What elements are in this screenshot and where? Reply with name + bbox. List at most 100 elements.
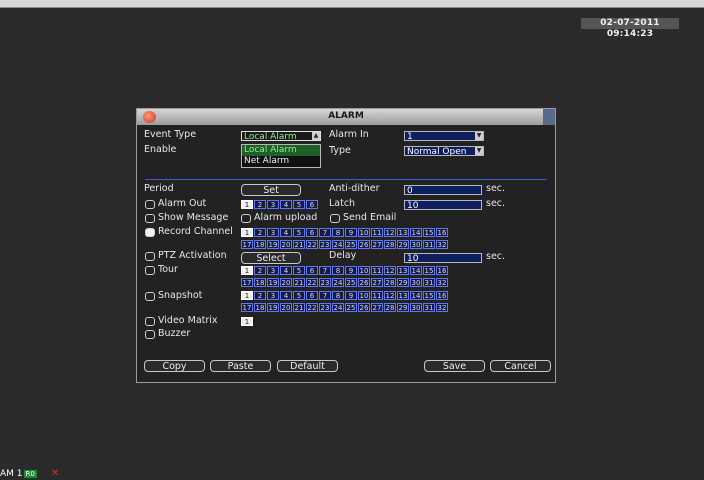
event-type-option-local[interactable]: Local Alarm — [242, 145, 320, 156]
cancel-button[interactable]: Cancel — [490, 360, 551, 372]
snap-b-channel-30[interactable]: 30 — [410, 303, 422, 312]
snap-b-channel-20[interactable]: 20 — [280, 303, 292, 312]
tour-a-channel-13[interactable]: 13 — [397, 266, 409, 275]
snap-b-channel-32[interactable]: 32 — [436, 303, 448, 312]
snap-b-channel-22[interactable]: 22 — [306, 303, 318, 312]
record-a-channel-11[interactable]: 11 — [371, 228, 383, 237]
record-a-channel-9[interactable]: 9 — [345, 228, 357, 237]
buzzer-checkbox[interactable] — [145, 330, 155, 339]
record-b-channel-18[interactable]: 18 — [254, 240, 266, 249]
tour-b-channel-31[interactable]: 31 — [423, 278, 435, 287]
default-button[interactable]: Default — [277, 360, 338, 372]
record-b-channel-30[interactable]: 30 — [410, 240, 422, 249]
record-b-channel-21[interactable]: 21 — [293, 240, 305, 249]
alarm-out-channel-2[interactable]: 2 — [254, 200, 266, 209]
record-b-channel-19[interactable]: 19 — [267, 240, 279, 249]
snap-b-channel-27[interactable]: 27 — [371, 303, 383, 312]
copy-button[interactable]: Copy — [144, 360, 205, 372]
tour-a-channel-2[interactable]: 2 — [254, 266, 266, 275]
tour-b-channel-24[interactable]: 24 — [332, 278, 344, 287]
snap-a-channel-8[interactable]: 8 — [332, 291, 344, 300]
record-a-channel-7[interactable]: 7 — [319, 228, 331, 237]
tour-a-channel-7[interactable]: 7 — [319, 266, 331, 275]
record-b-channel-28[interactable]: 28 — [384, 240, 396, 249]
snap-b-channel-25[interactable]: 25 — [345, 303, 357, 312]
tour-a-channel-14[interactable]: 14 — [410, 266, 422, 275]
tour-a-channel-15[interactable]: 15 — [423, 266, 435, 275]
alarm-out-channel-4[interactable]: 4 — [280, 200, 292, 209]
snap-a-channel-3[interactable]: 3 — [267, 291, 279, 300]
record-a-channel-3[interactable]: 3 — [267, 228, 279, 237]
tour-b-channel-26[interactable]: 26 — [358, 278, 370, 287]
snap-b-channel-26[interactable]: 26 — [358, 303, 370, 312]
record-b-channel-24[interactable]: 24 — [332, 240, 344, 249]
send-email-checkbox[interactable] — [330, 214, 340, 223]
event-type-select[interactable]: Local Alarm ▲ — [241, 131, 321, 141]
snap-b-channel-24[interactable]: 24 — [332, 303, 344, 312]
type-select[interactable]: Normal Open ▼ — [404, 146, 484, 156]
snap-b-channel-19[interactable]: 19 — [267, 303, 279, 312]
record-a-channel-13[interactable]: 13 — [397, 228, 409, 237]
alarm-out-channel-6[interactable]: 6 — [306, 200, 318, 209]
snap-b-channel-17[interactable]: 17 — [241, 303, 253, 312]
tour-a-channel-8[interactable]: 8 — [332, 266, 344, 275]
record-b-channel-23[interactable]: 23 — [319, 240, 331, 249]
record-b-channel-25[interactable]: 25 — [345, 240, 357, 249]
record-a-channel-2[interactable]: 2 — [254, 228, 266, 237]
alarm-upload-checkbox[interactable] — [241, 214, 251, 223]
snap-a-channel-9[interactable]: 9 — [345, 291, 357, 300]
tour-b-channel-20[interactable]: 20 — [280, 278, 292, 287]
snap-a-channel-1[interactable]: 1 — [241, 291, 253, 300]
tour-a-channel-12[interactable]: 12 — [384, 266, 396, 275]
alarm-out-channel-1[interactable]: 1 — [241, 200, 253, 209]
tour-a-channel-11[interactable]: 11 — [371, 266, 383, 275]
paste-button[interactable]: Paste — [210, 360, 271, 372]
ptz-select-button[interactable]: Select — [241, 252, 301, 264]
snap-a-channel-6[interactable]: 6 — [306, 291, 318, 300]
snap-b-channel-21[interactable]: 21 — [293, 303, 305, 312]
snap-a-channel-11[interactable]: 11 — [371, 291, 383, 300]
show-message-checkbox[interactable] — [145, 214, 155, 223]
snap-b-channel-23[interactable]: 23 — [319, 303, 331, 312]
record-b-channel-20[interactable]: 20 — [280, 240, 292, 249]
alarm-out-channel-5[interactable]: 5 — [293, 200, 305, 209]
tour-b-channel-23[interactable]: 23 — [319, 278, 331, 287]
snap-b-channel-31[interactable]: 31 — [423, 303, 435, 312]
video-matrix-checkbox[interactable] — [145, 317, 155, 326]
tour-b-channel-27[interactable]: 27 — [371, 278, 383, 287]
record-b-channel-22[interactable]: 22 — [306, 240, 318, 249]
tour-b-channel-30[interactable]: 30 — [410, 278, 422, 287]
record-a-channel-10[interactable]: 10 — [358, 228, 370, 237]
tour-b-channel-32[interactable]: 32 — [436, 278, 448, 287]
snap-a-channel-5[interactable]: 5 — [293, 291, 305, 300]
snap-b-channel-28[interactable]: 28 — [384, 303, 396, 312]
tour-b-channel-22[interactable]: 22 — [306, 278, 318, 287]
snap-a-channel-4[interactable]: 4 — [280, 291, 292, 300]
anti-dither-input[interactable]: 0 — [404, 185, 482, 195]
record-a-channel-5[interactable]: 5 — [293, 228, 305, 237]
tour-b-channel-21[interactable]: 21 — [293, 278, 305, 287]
snap-a-channel-16[interactable]: 16 — [436, 291, 448, 300]
ptz-activation-checkbox[interactable] — [145, 252, 155, 261]
tour-b-channel-28[interactable]: 28 — [384, 278, 396, 287]
tour-a-channel-6[interactable]: 6 — [306, 266, 318, 275]
record-b-channel-29[interactable]: 29 — [397, 240, 409, 249]
record-channel-checkbox[interactable] — [145, 228, 155, 237]
record-b-channel-27[interactable]: 27 — [371, 240, 383, 249]
tour-b-channel-29[interactable]: 29 — [397, 278, 409, 287]
event-type-option-net[interactable]: Net Alarm — [242, 156, 320, 167]
tour-b-channel-19[interactable]: 19 — [267, 278, 279, 287]
tour-a-channel-9[interactable]: 9 — [345, 266, 357, 275]
alarm-out-checkbox[interactable] — [145, 200, 155, 209]
period-set-button[interactable]: Set — [241, 184, 301, 196]
snap-b-channel-29[interactable]: 29 — [397, 303, 409, 312]
snap-b-channel-18[interactable]: 18 — [254, 303, 266, 312]
record-b-channel-31[interactable]: 31 — [423, 240, 435, 249]
snap-a-channel-7[interactable]: 7 — [319, 291, 331, 300]
tour-a-channel-5[interactable]: 5 — [293, 266, 305, 275]
record-a-channel-4[interactable]: 4 — [280, 228, 292, 237]
tour-b-channel-17[interactable]: 17 — [241, 278, 253, 287]
tour-a-channel-16[interactable]: 16 — [436, 266, 448, 275]
snap-a-channel-13[interactable]: 13 — [397, 291, 409, 300]
tour-a-channel-1[interactable]: 1 — [241, 266, 253, 275]
